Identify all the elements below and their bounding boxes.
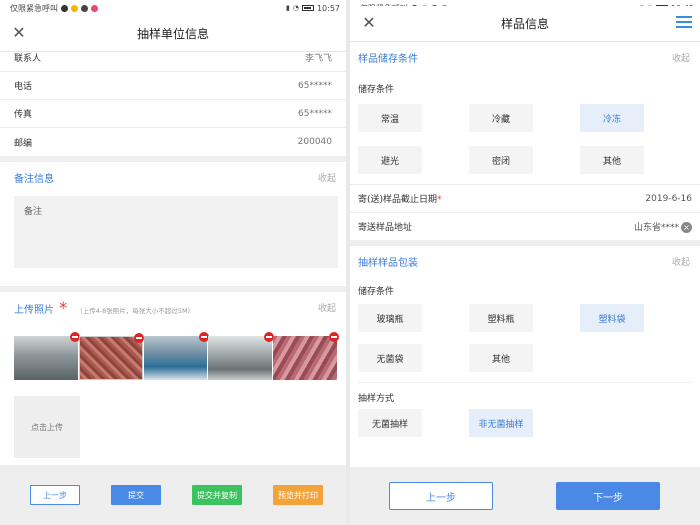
option-non-sterile-sampling[interactable]: 非无菌抽样 [469,409,533,437]
battery-icon [301,5,314,11]
uploaded-photo[interactable] [78,333,144,380]
cloud-icon [81,4,88,12]
deadline-label: 寄(送)样品截止日期 [358,195,438,205]
collapse-toggle[interactable]: 收起 [318,301,336,314]
left-screen: 仅限紧急呼叫 ▮ ◔ 10:57 ✕ 抽样单位信息 联系人 李飞飞 电话 65*… [0,0,346,525]
info-row-postcode: 邮编 200040 [0,128,346,156]
uploaded-photo[interactable] [208,332,275,380]
uploaded-photo[interactable] [143,332,210,380]
section-title: 上传照片 [14,304,54,316]
preview-print-button[interactable]: 预览并打印 [273,485,323,505]
option-plastic-bottle[interactable]: 塑料瓶 [469,304,533,332]
row-value: 65***** [298,108,332,119]
clear-icon[interactable]: × [681,222,692,233]
action-bar: 上一步 下一步 [350,467,700,525]
next-step-button[interactable]: 下一步 [556,482,660,510]
address-row[interactable]: 寄送样品地址 山东省**** × [350,212,700,240]
option-refrigerated[interactable]: 冷藏 [469,104,533,132]
storage-section-header: 样品储存条件 收起 [350,42,700,72]
page-title: 抽样单位信息 [136,27,209,41]
upload-label: 点击上传 [31,422,63,432]
section-title: 备注信息 [14,173,54,185]
option-plastic-bag[interactable]: 塑料袋 [580,304,644,332]
row-label: 邮编 [14,138,33,149]
collapse-toggle[interactable]: 收起 [672,255,690,268]
wifi-icon: ◔ [292,4,299,12]
row-value: 200040 [297,137,332,147]
form-body: 样品储存条件 收起 储存条件 常温 冷藏 冷冻 避光 密闭 其他 寄(送)样品截… [350,42,700,441]
photo-section-header: 上传照片 * （上传4-8张照片，每张大小不超过5M） 收起 [0,292,346,322]
option-sterile-sampling[interactable]: 无菌抽样 [358,409,422,437]
row-label: 电话 [14,82,33,92]
photo-strip [14,332,339,382]
submit-copy-button[interactable]: 提交并复制 [192,485,242,505]
signal-icon: ▮ [285,4,290,12]
uploaded-photo[interactable] [14,332,80,380]
delete-icon[interactable] [329,332,339,342]
storage-sub-label: 储存条件 [358,84,395,95]
delete-icon[interactable] [133,333,144,343]
package-options: 玻璃瓶 塑料瓶 塑料袋 无菌袋 其他 [350,300,700,382]
upload-hint: （上传4-8张照片，每张大小不超过5M） [76,306,195,315]
nav-bar: ✕ 样品信息 [350,6,700,42]
package-sub-label: 储存条件 [358,286,395,297]
address-label: 寄送样品地址 [358,223,413,233]
clock-text: 10:57 [316,3,340,13]
deadline-row[interactable]: 寄(送)样品截止日期* 2019-6-16 [350,184,700,212]
method-options: 无菌抽样 非无菌抽样 [350,407,700,441]
storage-options: 常温 冷藏 冷冻 避光 密闭 其他 [350,98,700,180]
section-title: 抽样样品包装 [358,257,418,269]
option-shade[interactable]: 避光 [358,146,422,174]
section-title: 样品储存条件 [358,53,418,65]
address-value: 山东省**** [633,223,679,233]
row-label: 传真 [14,110,33,120]
contact-info-list: 联系人 李飞飞 电话 65***** 传真 65***** 邮编 200040 … [0,44,346,458]
collapse-toggle[interactable]: 收起 [672,51,690,64]
method-sub-label: 抽样方式 [358,393,395,404]
uploaded-photo[interactable] [273,332,339,380]
option-other[interactable]: 其他 [580,146,644,174]
right-screen: 仅限紧急呼叫 ▮ ◔ 10:45 ✕ 样品信息 样品储存条件 收起 储存条件 常… [350,0,700,525]
remark-placeholder: 备注 [24,207,43,217]
notification-icon [91,4,98,12]
info-row-contact: 联系人 李飞飞 [0,44,346,72]
page-title: 样品信息 [500,17,549,31]
remark-textarea[interactable]: 备注 [14,196,338,268]
info-row-fax: 传真 65***** [0,100,346,128]
option-other[interactable]: 其他 [469,344,533,372]
remark-section-header: 备注信息 收起 [0,162,346,192]
row-value: 65***** [298,80,332,91]
notification-icon [71,4,78,12]
notification-icon [61,4,68,12]
option-sterile-bag[interactable]: 无菌袋 [358,344,422,372]
row-label: 联系人 [14,54,42,64]
required-mark: * [437,195,442,205]
status-bar: 仅限紧急呼叫 ▮ ◔ 10:57 [0,0,346,16]
info-row-phone: 电话 65***** [0,72,346,100]
upload-button[interactable]: 点击上传 [14,396,80,458]
prev-step-button[interactable]: 上一步 [389,482,493,510]
carrier-text: 仅限紧急呼叫 [10,3,58,13]
required-mark: * [59,297,68,317]
option-sealed[interactable]: 密闭 [469,146,533,174]
option-normal-temp[interactable]: 常温 [358,104,422,132]
close-icon[interactable]: ✕ [10,24,28,42]
submit-button[interactable]: 提交 [111,485,161,505]
option-frozen[interactable]: 冷冻 [580,104,644,132]
collapse-toggle[interactable]: 收起 [318,171,336,184]
deadline-value: 2019-6-16 [645,193,692,204]
action-bar: 上一步 提交 提交并复制 预览并打印 [0,465,346,525]
prev-step-button[interactable]: 上一步 [30,485,80,505]
row-value: 李飞飞 [304,54,332,64]
package-section-header: 抽样样品包装 收起 [350,246,700,276]
close-icon[interactable]: ✕ [360,14,378,32]
option-glass-bottle[interactable]: 玻璃瓶 [358,304,422,332]
menu-icon[interactable] [676,16,692,30]
